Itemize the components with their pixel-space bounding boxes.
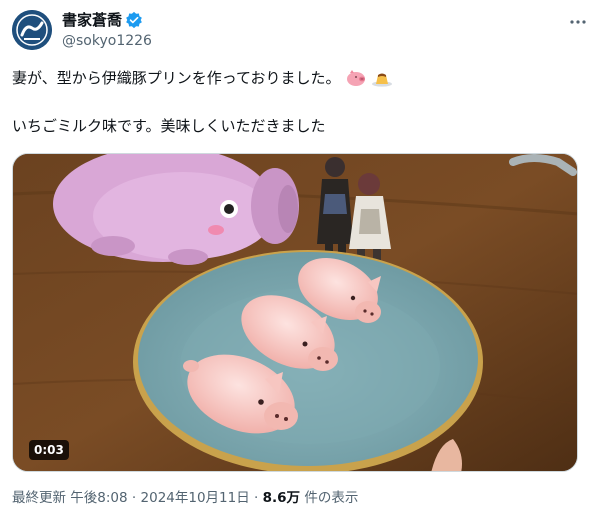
post-time[interactable]: 午後8:08 [70, 490, 127, 506]
tweet-text-line-1: 妻が、型から伊織豚プリンを作っておりました。 [12, 66, 582, 90]
tweet-text: 妻が、型から伊織豚プリンを作っておりました。 いちごミルク味です。美味しくいただ… [12, 66, 582, 138]
verified-badge-icon[interactable] [125, 11, 143, 29]
video-duration-badge: 0:03 [29, 440, 69, 460]
updated-label[interactable]: 最終更新 [12, 490, 66, 506]
author-display-name[interactable]: 書家蒼喬 [62, 10, 122, 30]
views-label[interactable]: 件の表示 [304, 490, 358, 506]
avatar[interactable] [12, 10, 52, 50]
meta-separator-1: · [131, 490, 137, 506]
tweet-text-line-1-content: 妻が、型から伊織豚プリンを作っておりました。 [12, 69, 341, 87]
more-options-icon[interactable] [568, 12, 588, 32]
tweet-meta: 最終更新 午後8:08 · 2024年10月11日 · 8.6万 件の表示 [12, 488, 358, 508]
tweet-header: 書家蒼喬 @sokyo1226 [12, 10, 592, 54]
author-names: 書家蒼喬 @sokyo1226 [62, 10, 152, 51]
tweet-video[interactable]: 0:03 [12, 153, 578, 472]
post-date[interactable]: 2024年10月11日 [141, 490, 250, 506]
video-frame-illustration [13, 154, 577, 471]
meta-separator-2: · [254, 490, 259, 506]
author-handle[interactable]: @sokyo1226 [62, 31, 152, 51]
pudding-icon [371, 69, 393, 94]
views-count[interactable]: 8.6万 [263, 490, 300, 506]
pig-nose-icon [345, 69, 367, 94]
tweet-text-line-2: いちごミルク味です。美味しくいただきました [12, 117, 326, 135]
